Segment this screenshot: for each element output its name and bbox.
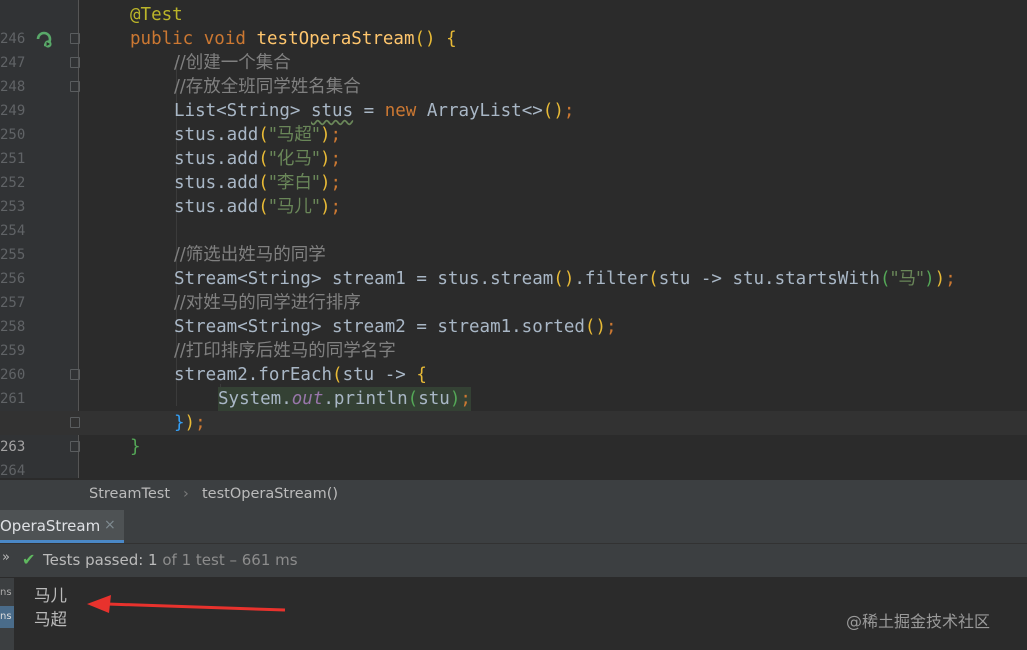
comment: //筛选出姓马的同学 (174, 245, 326, 265)
breadcrumb-class[interactable]: StreamTest (89, 486, 170, 502)
call-foreach: stream2.forEach (174, 365, 333, 385)
type-arraylist: ArrayList<> (416, 101, 543, 121)
check-icon: ✔ (22, 550, 36, 569)
run-test-icon[interactable] (35, 30, 53, 48)
code-line-247[interactable]: 247 public void testOperaStream() { (0, 27, 1027, 71)
field-out: out (291, 389, 324, 409)
code-line-262[interactable]: 262 System.out.println(stu); (0, 387, 1027, 431)
code-line-255[interactable]: 255 (0, 219, 1027, 263)
status-prefix: Tests passed: (43, 551, 149, 569)
run-tab[interactable]: OperaStream × (0, 510, 124, 543)
code-line-261[interactable]: 261 stream2.forEach(stu -> { (0, 363, 1027, 407)
test-status-bar: » ✔ Tests passed: 1 of 1 test – 661 ms (0, 544, 1027, 578)
lambda: stu -> (342, 365, 417, 385)
code-line-257[interactable]: 257 Stream<String> stream1 = stus.stream… (0, 267, 1027, 311)
close-icon[interactable]: × (104, 517, 116, 533)
system-class: System. (218, 389, 292, 409)
annotation-test: @Test (130, 5, 183, 25)
string-literal: "马超" (268, 125, 320, 145)
console-side-toolbar: ns ns (0, 578, 14, 650)
code-line-264[interactable]: 264 } (0, 435, 1027, 478)
code-line-246[interactable]: 246 @Test (0, 3, 1027, 47)
lambda: stu -> stu.startsWith (658, 269, 880, 289)
code-line-252[interactable]: 252 stus.add("化马"); (0, 147, 1027, 191)
code-line-265[interactable]: 265 (0, 459, 1027, 478)
side-button-active[interactable]: ns (0, 606, 14, 628)
method-name: testOperaStream (256, 29, 415, 49)
call-add: stus.add (174, 197, 259, 217)
call-add: stus.add (174, 173, 259, 193)
run-tab-label: OperaStream (0, 517, 101, 535)
red-arrow-annotation (87, 595, 286, 613)
type-decl: List<String> (174, 101, 311, 121)
code-line-248[interactable]: 248 //创建一个集合 (0, 51, 1027, 95)
code-line-260[interactable]: 260 //打印排序后姓马的同学名字 (0, 339, 1027, 383)
call-println: .println (323, 389, 408, 409)
call-filter: .filter (574, 269, 649, 289)
run-tab-bar: OperaStream × (0, 510, 1027, 544)
breadcrumb-separator: › (183, 486, 189, 502)
keyword-public: public (130, 29, 194, 49)
fold-marker-icon[interactable] (70, 57, 80, 68)
status-count: 1 (148, 551, 158, 569)
code-line-249[interactable]: 249 //存放全班同学姓名集合 (0, 75, 1027, 119)
call-add: stus.add (174, 149, 259, 169)
code-line-250[interactable]: 250 List<String> stus = new ArrayList<>(… (0, 99, 1027, 143)
code-line-253[interactable]: 253 stus.add("李白"); (0, 171, 1027, 215)
code-line-256[interactable]: 256 //筛选出姓马的同学 (0, 243, 1027, 287)
comment: //对姓马的同学进行排序 (174, 293, 361, 313)
side-button[interactable]: ns (0, 582, 14, 604)
assign: = (353, 101, 385, 121)
fold-marker-icon[interactable] (70, 441, 80, 452)
code-editor[interactable]: 246 @Test 247 public void testOperaStrea… (0, 0, 1027, 478)
code-line-254[interactable]: 254 stus.add("马儿"); (0, 195, 1027, 239)
tests-passed-status: Tests passed: 1 of 1 test – 661 ms (43, 551, 298, 569)
expand-chevron-icon[interactable]: » (2, 550, 10, 565)
code-line-259[interactable]: 259 Stream<String> stream2 = stream1.sor… (0, 315, 1027, 359)
fold-marker-icon[interactable] (70, 33, 80, 44)
code-line-263[interactable]: 263 }); (0, 411, 1027, 455)
keyword-new: new (384, 101, 417, 121)
comment: //创建一个集合 (174, 53, 291, 73)
string-literal: "马儿" (268, 197, 320, 217)
string-literal: "李白" (268, 173, 320, 193)
code-line-251[interactable]: 251 stus.add("马超"); (0, 123, 1027, 167)
comment: //打印排序后姓马的同学名字 (174, 341, 396, 361)
watermark: @稀土掘金技术社区 (846, 612, 991, 631)
fold-marker-icon[interactable] (70, 81, 80, 92)
output-line: 马儿 (34, 586, 67, 605)
output-line: 马超 (34, 610, 67, 629)
fold-marker-icon[interactable] (70, 417, 80, 428)
code-line-258[interactable]: 258 //对姓马的同学进行排序 (0, 291, 1027, 335)
keyword-void: void (203, 29, 246, 49)
status-suffix: of 1 test – 661 ms (157, 551, 298, 569)
stream1-decl: Stream<String> stream1 = stus.stream (174, 269, 554, 289)
stream2-decl: Stream<String> stream2 = stream1.sorted (174, 317, 585, 337)
comment: //存放全班同学姓名集合 (174, 77, 361, 97)
call-add: stus.add (174, 125, 259, 145)
variable-stus: stus (310, 101, 354, 121)
breadcrumb: StreamTest › testOperaStream() (0, 480, 1027, 510)
fold-marker-icon[interactable] (70, 369, 80, 380)
string-literal: "马" (890, 269, 925, 289)
variable-stu: stu (418, 389, 450, 409)
string-literal: "化马" (268, 149, 320, 169)
breadcrumb-method[interactable]: testOperaStream() (202, 486, 338, 502)
